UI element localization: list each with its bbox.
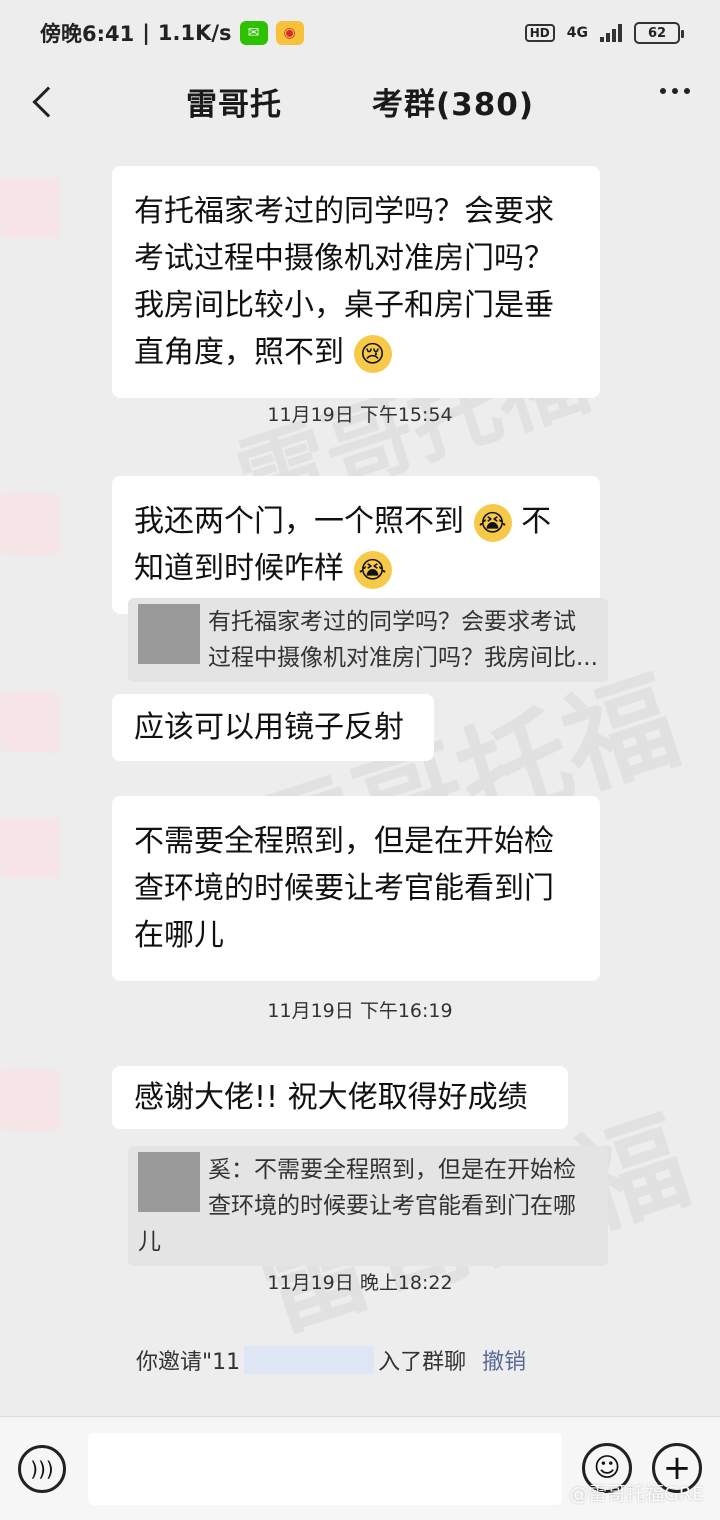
quote-redaction	[138, 1152, 200, 1212]
wechat-icon: ✉	[239, 21, 268, 45]
quote-redaction	[138, 604, 200, 664]
message-bubble[interactable]: 有托福家考过的同学吗？会要求考试过程中摄像机对准房门吗？我房间比较小，桌子和房门…	[112, 166, 600, 398]
message-text: 不需要全程照到，但是在开始检查环境的时候要让考官能看到门在哪儿	[134, 824, 554, 953]
footer-watermark: @雷哥托福GRE	[569, 1483, 704, 1505]
system-message-redaction	[244, 1346, 375, 1374]
chat-title-suffix: 考群(380)	[371, 86, 535, 123]
more-dot-icon	[684, 88, 690, 94]
system-message-suffix: 入了群聊	[378, 1350, 467, 1375]
status-bar: 傍晚6:41 | 1.1K/s ✉ ◉ HD 4G 62	[0, 0, 720, 66]
timestamp: 11月19日 下午15:54	[267, 404, 453, 426]
more-dot-icon	[672, 88, 678, 94]
input-bar: ))) ☺ + @雷哥托福GRE	[0, 1416, 720, 1520]
message-text: 有托福家考过的同学吗？会要求考试过程中摄像机对准房门吗？我房间比较小，桌子和房门…	[134, 194, 554, 370]
status-right: HD 4G 62	[524, 22, 684, 44]
message-text: 我还两个门，一个照不到	[134, 504, 464, 539]
avatar[interactable]	[0, 494, 60, 554]
weibo-icon: ◉	[275, 21, 304, 45]
voice-button[interactable]: )))	[18, 1445, 66, 1493]
chat-area[interactable]: 雷哥托福 雷哥托福 雷哥托福 有托福家考过的同学吗？会要求考试过程中摄像机对准房…	[0, 136, 720, 1416]
avatar[interactable]	[0, 178, 60, 238]
title-redaction	[281, 91, 372, 121]
loudly-crying-face-icon: 😭	[473, 503, 512, 542]
avatar[interactable]	[0, 1070, 60, 1130]
status-divider: |	[142, 21, 150, 45]
system-message-prefix: 你邀请"11	[136, 1350, 241, 1375]
voice-icon: )))	[30, 1457, 54, 1481]
message-input[interactable]	[88, 1433, 562, 1505]
avatar[interactable]	[0, 818, 60, 878]
quote-text: 奚：不需要全程照到，但是在开始检查环境的时候要让考官能看到门在哪儿	[138, 1157, 576, 1255]
avatar[interactable]	[0, 692, 60, 752]
message-bubble[interactable]: 应该可以用镜子反射	[112, 694, 434, 761]
system-message: 你邀请"11 入了群聊 撤销	[124, 1332, 596, 1388]
more-dot-icon	[660, 88, 666, 94]
status-time: 傍晚6:41	[40, 22, 135, 46]
hd-icon: HD	[524, 24, 555, 42]
back-chevron-icon	[32, 86, 64, 118]
message-bubble[interactable]: 我还两个门，一个照不到 😭 不知道到时候咋样 😭	[112, 476, 600, 614]
back-button[interactable]	[24, 80, 64, 124]
loudly-crying-face-icon: 😭	[353, 550, 392, 589]
title-bar: 雷哥托 考群(380)	[0, 66, 720, 136]
battery-icon: 62	[634, 22, 684, 44]
crying-face-icon: 😢	[353, 334, 392, 373]
timestamp: 11月19日 下午16:19	[267, 1000, 453, 1022]
battery-level: 62	[647, 25, 667, 41]
signal-icon	[600, 24, 622, 42]
quoted-message[interactable]: 有托福家考过的同学吗？会要求考试过程中摄像机对准房门吗？我房间比...	[128, 598, 608, 682]
message-text: 应该可以用镜子反射	[134, 710, 404, 745]
chat-title: 雷哥托 考群(380)	[186, 79, 534, 124]
timestamp: 11月19日 晚上18:22	[267, 1272, 453, 1294]
status-left: 傍晚6:41 | 1.1K/s ✉ ◉	[40, 18, 304, 48]
more-options-button[interactable]	[660, 88, 690, 94]
chat-title-prefix: 雷哥托	[185, 86, 282, 123]
network-type: 4G	[566, 25, 588, 41]
message-text: 感谢大佬!! 祝大佬取得好成绩	[134, 1080, 528, 1115]
message-bubble[interactable]: 感谢大佬!! 祝大佬取得好成绩	[112, 1066, 568, 1129]
revoke-link[interactable]: 撤销	[482, 1344, 526, 1376]
message-bubble[interactable]: 不需要全程照到，但是在开始检查环境的时候要让考官能看到门在哪儿	[112, 796, 600, 981]
quoted-message[interactable]: 奚：不需要全程照到，但是在开始检查环境的时候要让考官能看到门在哪儿	[128, 1146, 608, 1266]
quote-text: 有托福家考过的同学吗？会要求考试过程中摄像机对准房门吗？我房间比...	[208, 609, 598, 671]
status-net-speed: 1.1K/s	[157, 21, 232, 45]
